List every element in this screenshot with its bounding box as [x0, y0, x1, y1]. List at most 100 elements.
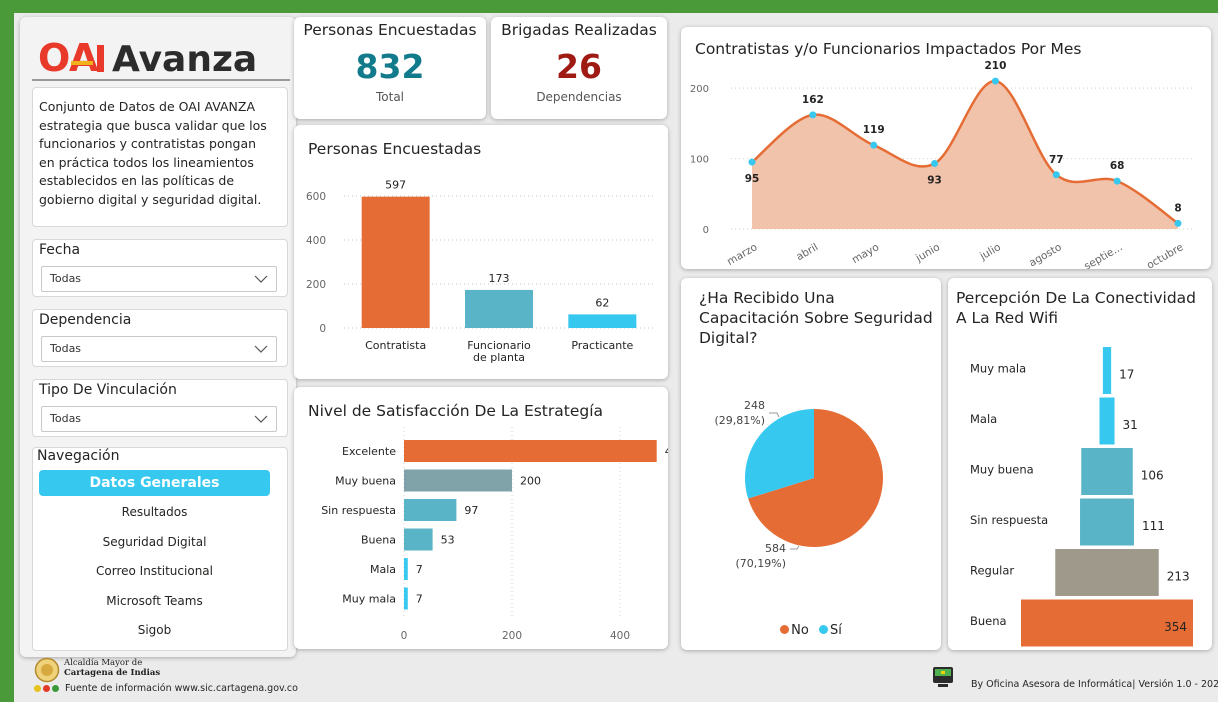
data-label: 119	[863, 124, 885, 136]
footer-credit: By Oficina Asesora de Informática| Versi…	[971, 679, 1218, 690]
x-tick-label: marzo	[725, 241, 760, 268]
mensual-area-chart: 0 100 200 95 marzo 162 abril 119 mayo 93 junio 210 j…	[690, 60, 1193, 269]
bar-0	[361, 196, 430, 328]
data-point	[809, 111, 817, 119]
nav-sigob[interactable]: Sigob	[39, 617, 270, 643]
nav-seguridad-digital[interactable]: Seguridad Digital	[39, 529, 270, 555]
left-panel: O A Avanza Conjunto de Datos de OAI AVAN…	[20, 17, 296, 657]
svg-text:A: A	[69, 37, 99, 77]
filter-fecha-value: Todas	[50, 272, 82, 285]
y-tick-label: Muy mala	[342, 593, 396, 606]
data-label: (29,81%)	[714, 414, 765, 427]
bar-2	[404, 499, 457, 521]
bar-4	[404, 558, 408, 580]
report-canvas: O A Avanza Conjunto de Datos de OAI AVAN…	[14, 13, 1218, 702]
y-tick-label: Buena	[970, 614, 1007, 628]
x-tick-label: octubre	[1145, 241, 1186, 269]
y-tick-label: Muy mala	[970, 362, 1026, 376]
navigation-title: Navegación	[37, 448, 120, 464]
x-tick-label: de planta	[473, 351, 525, 364]
x-tick-label: septie...	[1082, 241, 1124, 269]
satisfaccion-bar-chart: 0 200 400 Excelente 468 Muy buena 200 Sin respu…	[321, 427, 668, 642]
y-tick-label: Muy buena	[970, 463, 1034, 477]
data-label: 97	[464, 504, 478, 517]
bar-0	[404, 440, 657, 462]
kpi-brigadas-sub: Dependencias	[536, 90, 622, 104]
data-label: 106	[1141, 469, 1164, 483]
data-label: 17	[1119, 368, 1134, 382]
legend-no-label: No	[791, 623, 809, 638]
chevron-down-icon	[254, 275, 268, 283]
footer-left: Alcaldía Mayor de Cartagena de Indias Fu…	[34, 657, 334, 697]
x-tick-label: Contratista	[365, 339, 426, 352]
data-label: 200	[520, 475, 541, 488]
bar-0	[1102, 347, 1112, 394]
data-label: 354	[1164, 620, 1187, 634]
status-dot-green	[52, 685, 59, 692]
svg-text:Avanza: Avanza	[112, 39, 257, 77]
personas-chart-card: Personas Encuestadas 0 200 400 600 597 Contra…	[294, 125, 668, 379]
y-tick-label: Sin respuesta	[970, 513, 1048, 527]
nav-correo-institucional[interactable]: Correo Institucional	[39, 558, 270, 584]
chevron-down-icon	[254, 415, 268, 423]
kpi-personas-sub: Total	[375, 90, 405, 104]
capacitacion-chart-card: ¿Ha Recibido Una Capacitación Sobre Segu…	[681, 278, 941, 650]
y-tick-label: 400	[306, 235, 326, 247]
app-logo: O A Avanza	[38, 36, 278, 80]
data-label: 162	[802, 94, 824, 106]
filter-dependencia-dropdown[interactable]: Todas	[41, 336, 277, 362]
x-tick-label: 0	[401, 630, 408, 642]
description-text: Conjunto de Datos de OAI AVANZA estrateg…	[39, 99, 267, 207]
nav-microsoft-teams[interactable]: Microsoft Teams	[39, 588, 270, 614]
data-point	[1174, 219, 1182, 227]
oai-avanza-logo: O A Avanza	[38, 36, 257, 80]
city-seal-icon	[34, 657, 60, 683]
navigation-pane: Navegación Datos Generales Resultados Se…	[32, 447, 288, 651]
legend-si-label: Sí	[829, 623, 842, 638]
bar-2	[1081, 448, 1133, 495]
y-tick-label: 200	[690, 84, 709, 95]
filter-fecha-label: Fecha	[39, 242, 81, 258]
x-tick-label: julio	[977, 241, 1003, 263]
y-tick-label: Regular	[970, 564, 1014, 578]
filter-vinculacion-dropdown[interactable]: Todas	[41, 406, 277, 432]
kpi-personas-title: Personas Encuestadas	[303, 21, 477, 39]
y-tick-label: 0	[319, 323, 326, 335]
kpi-personas-card: Personas Encuestadas 832 Total	[294, 17, 486, 119]
wifi-chart-card: Percepción De La Conectividad A La Red W…	[948, 278, 1212, 650]
mensual-chart-card: Contratistas y/o Funcionarios Impactados…	[681, 27, 1211, 269]
filter-fecha-dropdown[interactable]: Todas	[41, 266, 277, 292]
kpi-brigadas-card: Brigadas Realizadas 26 Dependencias	[491, 17, 667, 119]
filter-fecha: Fecha Todas	[32, 239, 288, 297]
filter-vinculacion-label: Tipo De Vinculación	[39, 382, 177, 398]
leader-line	[769, 412, 780, 418]
x-tick-label: 400	[610, 630, 630, 642]
description-box: Conjunto de Datos de OAI AVANZA estrateg…	[32, 87, 288, 227]
personas-bar-chart: 0200400600597Contratista173Funcionariode…	[306, 179, 654, 364]
data-label: 173	[489, 272, 510, 285]
data-point	[1113, 177, 1121, 185]
logo-divider	[32, 79, 290, 81]
y-tick-label: Mala	[970, 412, 997, 426]
y-tick-label: Muy buena	[335, 475, 396, 488]
nav-datos-generales[interactable]: Datos Generales	[39, 470, 270, 496]
bar-2	[568, 314, 637, 328]
data-point	[931, 159, 939, 167]
status-dot-yellow	[34, 685, 41, 692]
data-label: 77	[1049, 154, 1064, 166]
org-line1: Alcaldía Mayor de	[64, 658, 143, 668]
bar-4	[1055, 549, 1159, 596]
data-label: 213	[1167, 570, 1190, 584]
filter-dependencia-label: Dependencia	[39, 312, 132, 328]
y-tick-label: Sin respuesta	[321, 504, 396, 517]
legend-si-dot	[818, 625, 828, 634]
data-label: 210	[984, 60, 1006, 72]
data-label: 111	[1142, 519, 1165, 533]
data-label: 7	[416, 563, 423, 576]
bar-3	[1080, 498, 1134, 546]
x-tick-label: Practicante	[571, 339, 633, 352]
data-point	[991, 77, 999, 85]
data-label: 468	[665, 445, 668, 458]
nav-resultados[interactable]: Resultados	[39, 499, 270, 525]
filter-dependencia: Dependencia Todas	[32, 309, 288, 367]
